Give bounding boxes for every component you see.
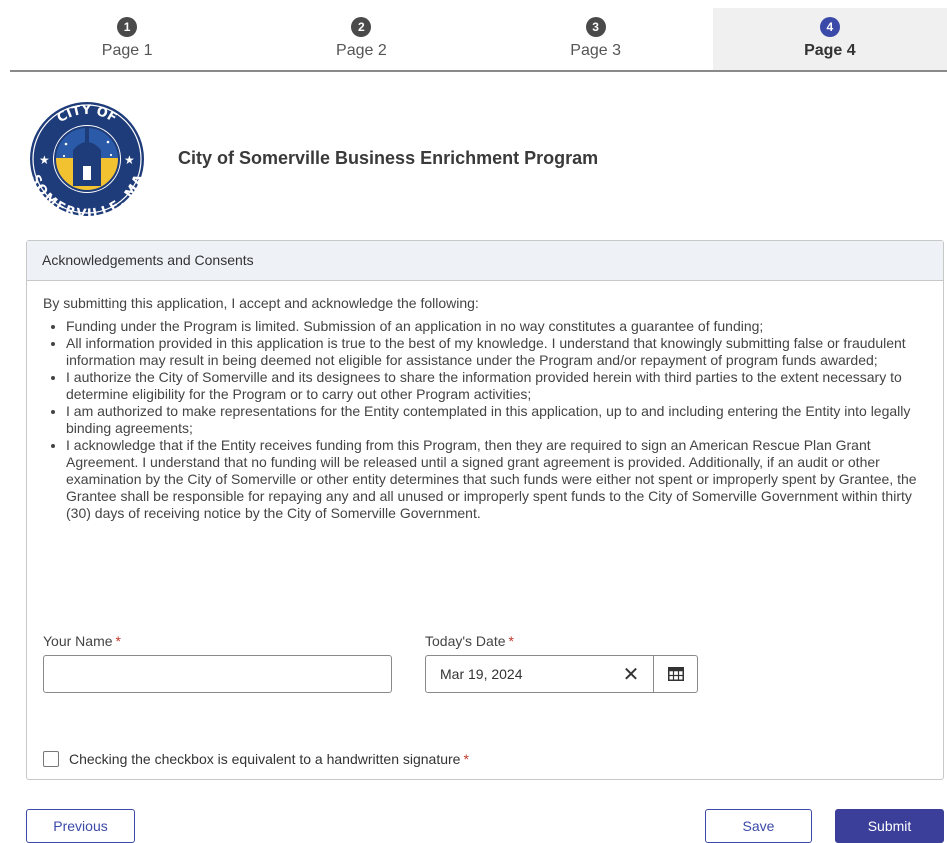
name-label-text: Your Name <box>43 633 113 649</box>
svg-text:★: ★ <box>124 153 135 167</box>
acknowledgements-list: Funding under the Program is limited. Su… <box>43 318 931 522</box>
calendar-button[interactable] <box>653 656 697 692</box>
step-number: 3 <box>585 17 606 37</box>
step-label: Page 2 <box>336 42 387 59</box>
city-seal-icon: CITY OF SOMERVILLE, MA ★ ★ <box>27 102 147 222</box>
close-icon[interactable]: ✕ <box>609 656 653 692</box>
step-label: Page 1 <box>101 42 153 59</box>
step-number: 2 <box>351 17 372 37</box>
required-marker: * <box>463 751 469 767</box>
date-label-text: Today's Date <box>425 633 506 649</box>
step-page-2[interactable]: 2 Page 2 <box>244 8 478 70</box>
date-picker: Mar 19, 2024 ✕ <box>425 655 698 693</box>
step-page-3[interactable]: 3 Page 3 <box>479 8 713 70</box>
list-item: I authorize the City of Somerville and i… <box>66 369 931 403</box>
previous-button[interactable]: Previous <box>26 809 135 843</box>
signature-checkbox[interactable] <box>43 751 59 767</box>
signature-row: Checking the checkbox is equivalent to a… <box>43 751 469 767</box>
program-title: City of Somerville Business Enrichment P… <box>178 148 599 168</box>
acknowledgements-body: By submitting this application, I accept… <box>27 281 943 522</box>
date-field-label: Today's Date * <box>425 633 514 649</box>
signature-label: Checking the checkbox is equivalent to a… <box>69 751 461 767</box>
step-number: 4 <box>819 17 840 37</box>
list-item: I am authorized to make representations … <box>66 403 931 437</box>
step-number: 1 <box>117 17 138 37</box>
page-stepper: 1 Page 1 2 Page 2 3 Page 3 4 Page 4 <box>10 8 947 72</box>
svg-text:★: ★ <box>39 153 50 167</box>
acknowledgements-panel: Acknowledgements and Consents By submitt… <box>26 240 944 780</box>
list-item: I acknowledge that if the Entity receive… <box>66 437 931 522</box>
save-button[interactable]: Save <box>705 809 812 843</box>
list-item: Funding under the Program is limited. Su… <box>66 318 931 335</box>
acknowledgements-intro: By submitting this application, I accept… <box>43 295 479 311</box>
step-label: Page 3 <box>570 42 621 59</box>
step-page-1[interactable]: 1 Page 1 <box>10 8 244 70</box>
list-item: All information provided in this applica… <box>66 335 931 369</box>
step-page-4[interactable]: 4 Page 4 <box>712 8 947 70</box>
panel-title: Acknowledgements and Consents <box>27 241 943 281</box>
name-input[interactable] <box>43 655 392 693</box>
city-seal-logo: CITY OF SOMERVILLE, MA ★ ★ <box>27 100 147 222</box>
required-marker: * <box>115 633 121 649</box>
step-label: Page 4 <box>804 42 856 59</box>
required-marker: * <box>508 633 514 649</box>
name-field-label: Your Name * <box>43 633 121 649</box>
submit-button[interactable]: Submit <box>835 809 944 843</box>
calendar-icon <box>667 667 684 681</box>
date-input[interactable]: Mar 19, 2024 <box>426 656 609 692</box>
